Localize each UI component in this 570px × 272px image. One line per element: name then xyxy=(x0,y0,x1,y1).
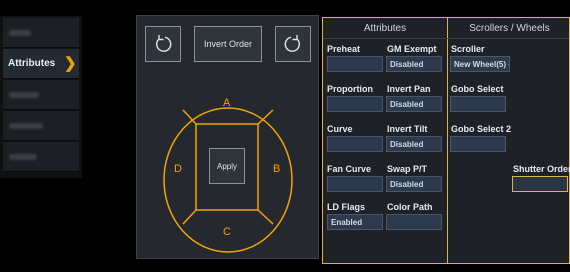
side-d-label[interactable]: D xyxy=(174,163,182,175)
invert-tilt-label: Invert Tilt xyxy=(387,124,428,134)
swap-pt-field[interactable]: Disabled xyxy=(386,176,442,192)
side-b-label[interactable]: B xyxy=(273,163,280,175)
fan-curve-label: Fan Curve xyxy=(327,164,372,174)
swap-octagon-diagram xyxy=(163,107,293,253)
attributes-header: Attributes xyxy=(363,22,407,34)
side-c-label[interactable]: C xyxy=(223,226,231,238)
gobo-select-label: Gobo Select xyxy=(451,84,504,94)
invert-tilt-field[interactable]: Disabled xyxy=(386,136,442,152)
shutter-order-field[interactable] xyxy=(512,176,568,192)
curve-label: Curve xyxy=(327,124,353,134)
curve-field[interactable] xyxy=(327,136,383,152)
scroller-label: Scroller xyxy=(451,44,485,54)
ld-flags-label: LD Flags xyxy=(327,202,366,212)
proportion-label: Proportion xyxy=(327,84,373,94)
swap-pt-label: Swap P/T xyxy=(387,164,428,174)
fan-curve-field[interactable] xyxy=(327,176,383,192)
invert-pan-field[interactable]: Disabled xyxy=(386,96,442,112)
sidebar: Attributes ❯ xyxy=(0,16,82,178)
sidebar-item-blurred-3[interactable] xyxy=(3,111,79,141)
scrollers-wheels-header: Scrollers / Wheels xyxy=(469,22,550,34)
invert-pan-label: Invert Pan xyxy=(387,84,431,94)
side-a-label[interactable]: A xyxy=(223,97,230,109)
gobo-select-2-label: Gobo Select 2 xyxy=(451,124,512,134)
proportion-field[interactable] xyxy=(327,96,383,112)
gm-exempt-label: GM Exempt xyxy=(387,44,437,54)
gobo-select-field[interactable] xyxy=(450,96,506,112)
gobo-select-2-field[interactable] xyxy=(450,136,506,152)
sidebar-item-blurred-1[interactable] xyxy=(3,18,79,48)
scroller-dropdown[interactable]: New Wheel(5) ~ xyxy=(450,56,510,72)
preheat-label: Preheat xyxy=(327,44,361,54)
sidebar-item-blurred-2[interactable] xyxy=(3,80,79,110)
sidebar-item-attributes[interactable]: Attributes ❯ xyxy=(3,49,79,79)
sidebar-item-label: Attributes xyxy=(8,58,56,69)
attributes-panel: Attributes Scrollers / Wheels Preheat Pr… xyxy=(322,17,570,264)
column-divider xyxy=(447,18,448,263)
header-divider xyxy=(323,38,569,39)
swap-panel: Invert Order A B C D Apply xyxy=(136,15,319,259)
gm-exempt-field[interactable]: Disabled xyxy=(386,56,442,72)
ld-flags-field[interactable]: Enabled xyxy=(327,214,383,230)
color-path-field[interactable] xyxy=(386,214,442,230)
preheat-field[interactable] xyxy=(327,56,383,72)
chevron-right-icon: ❯ xyxy=(64,55,77,72)
apply-button[interactable]: Apply xyxy=(209,148,245,184)
color-path-label: Color Path xyxy=(387,202,433,212)
shutter-order-label: Shutter Order xyxy=(513,164,570,174)
sidebar-item-blurred-4[interactable] xyxy=(3,142,79,172)
